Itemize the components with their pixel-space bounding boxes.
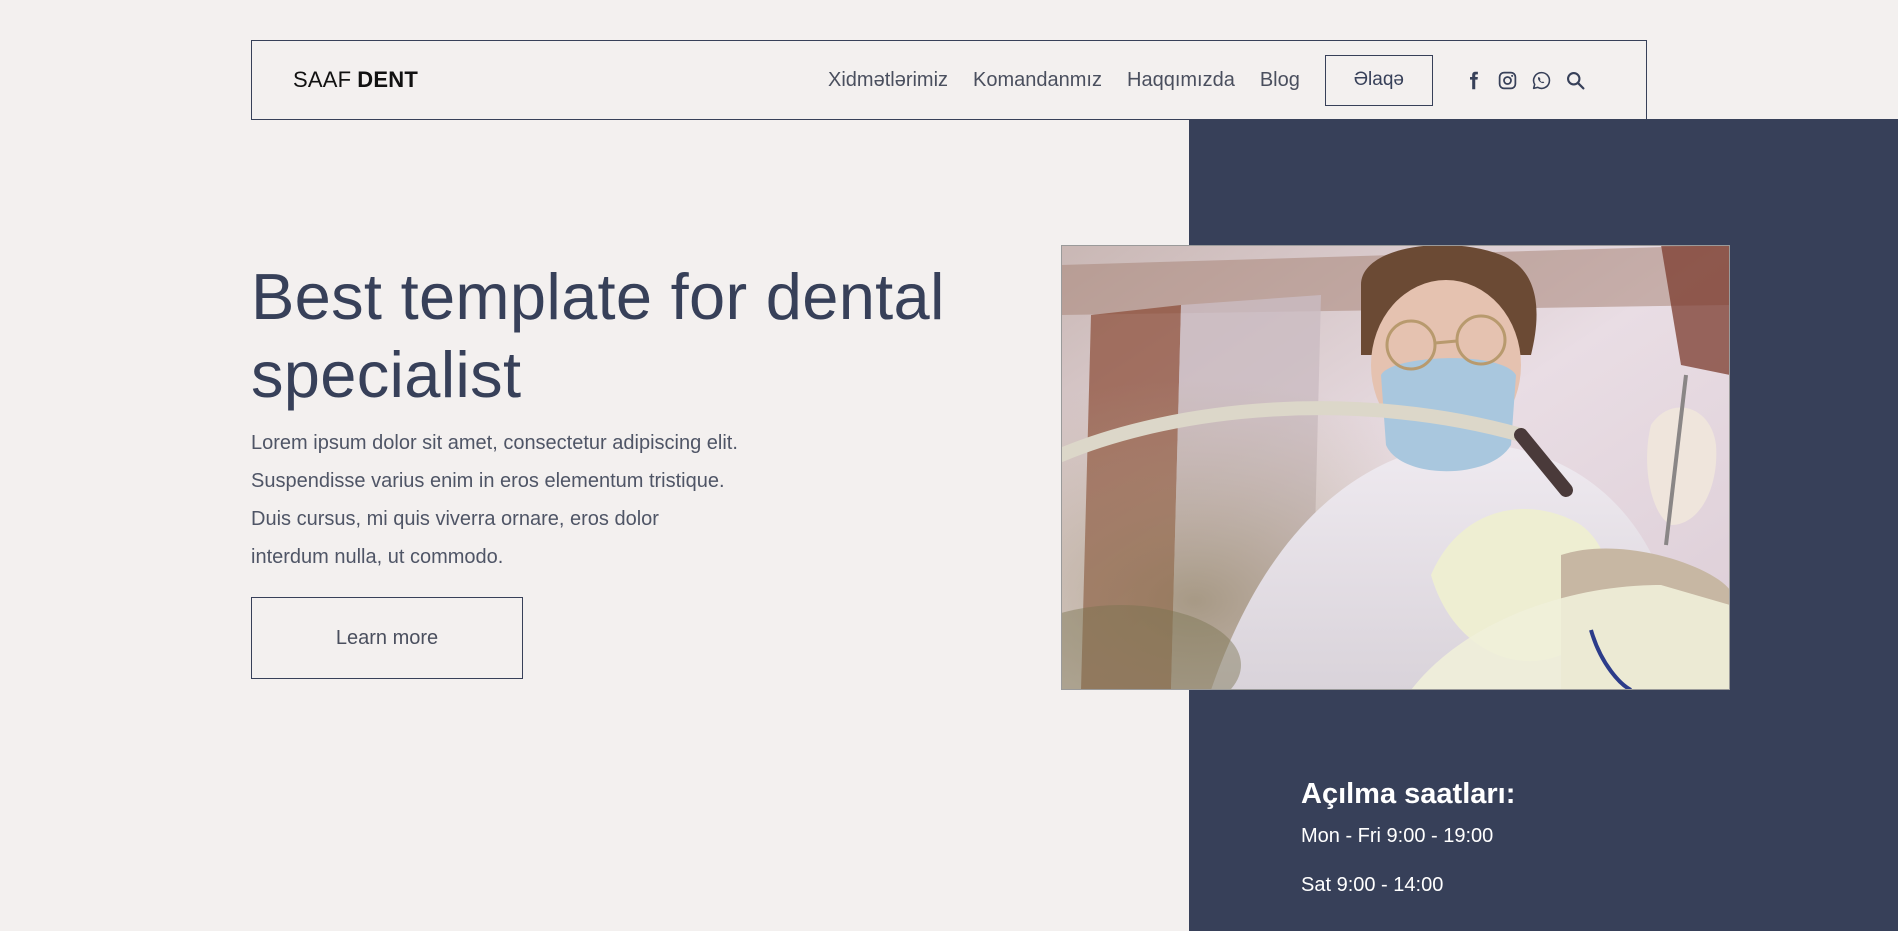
hero-description: Lorem ipsum dolor sit amet, consectetur … (251, 432, 738, 568)
learn-more-button[interactable]: Learn more (251, 597, 523, 679)
opening-hours-title: Açılma saatları: (1301, 778, 1516, 810)
opening-hours-weekday: Mon - Fri 9:00 - 19:00 (1301, 825, 1494, 847)
nav-link-services[interactable]: Xidmətlərimiz (828, 69, 948, 92)
brand-name-part1: SAAF (293, 67, 352, 92)
nav-link-about[interactable]: Haqqımızda (1127, 69, 1235, 92)
opening-hours: Açılma saatları: Mon - Fri 9:00 - 19:00 … (1301, 778, 1515, 923)
contact-button[interactable]: Əlaqə (1324, 54, 1433, 106)
hero-title: Best template for dental specialist (251, 260, 945, 411)
instagram-icon[interactable] (1497, 69, 1519, 91)
social-icons (1463, 69, 1599, 91)
facebook-icon[interactable] (1463, 69, 1485, 91)
nav-link-team[interactable]: Komandanmız (973, 69, 1102, 92)
search-icon[interactable] (1565, 69, 1587, 91)
brand-name-part2: DENT (357, 67, 418, 92)
brand-logo[interactable]: SAAF DENT (293, 41, 418, 119)
top-navbar: SAAF DENT Xidmətlərimiz Komandanmız Haqq… (251, 40, 1647, 120)
whatsapp-icon[interactable] (1531, 69, 1553, 91)
nav-link-blog[interactable]: Blog (1260, 69, 1300, 92)
dentist-photo (1061, 245, 1730, 690)
nav-links: Xidmətlərimiz Komandanmız Haqqımızda Blo… (828, 41, 1599, 119)
opening-hours-saturday: Sat 9:00 - 14:00 (1301, 874, 1444, 896)
